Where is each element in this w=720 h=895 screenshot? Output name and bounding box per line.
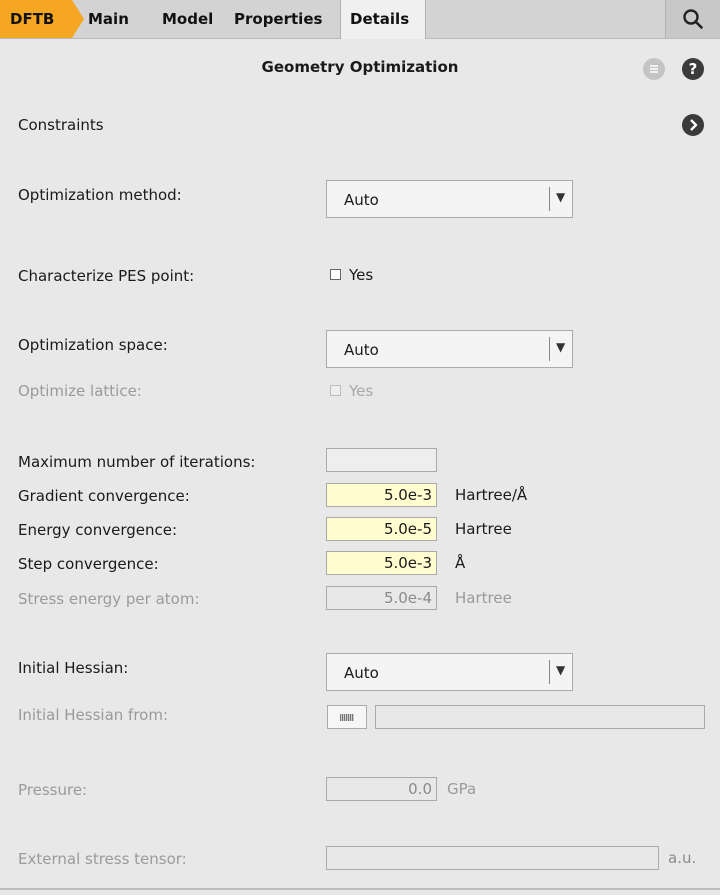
help-icon[interactable]: ?	[682, 58, 704, 80]
gradient-convergence-unit: Hartree/Å	[455, 486, 528, 504]
gradient-convergence-label: Gradient convergence:	[18, 487, 190, 505]
tab-model[interactable]: Model	[162, 0, 213, 38]
characterize-pes-label: Characterize PES point:	[18, 267, 195, 285]
optimization-method-label: Optimization method:	[18, 186, 182, 204]
initial-hessian-from-label: Initial Hessian from:	[18, 706, 169, 724]
list-icon[interactable]	[643, 58, 665, 80]
optimization-space-select[interactable]: Auto ▼	[326, 330, 573, 368]
folder-icon	[340, 714, 354, 721]
energy-convergence-label: Energy convergence:	[18, 521, 178, 539]
optimize-lattice-checkbox[interactable]	[330, 385, 341, 396]
select-divider	[549, 187, 550, 211]
search-button[interactable]	[665, 0, 720, 38]
optimization-space-value: Auto	[344, 341, 379, 359]
tab-dftb[interactable]: DFTB	[0, 0, 72, 38]
optimize-lattice-label: Optimize lattice:	[18, 382, 142, 400]
gradient-convergence-input[interactable]: 5.0e-3	[326, 483, 437, 507]
energy-convergence-input[interactable]: 5.0e-5	[326, 517, 437, 541]
external-stress-unit: a.u.	[668, 849, 697, 867]
optimization-method-select[interactable]: Auto ▼	[326, 180, 573, 218]
search-icon	[683, 9, 703, 29]
tab-dftb-arrow	[72, 0, 84, 38]
bottom-divider	[0, 888, 720, 890]
initial-hessian-select[interactable]: Auto ▼	[326, 653, 573, 691]
select-divider	[549, 337, 550, 361]
optimization-method-value: Auto	[344, 191, 379, 209]
characterize-pes-checkbox[interactable]	[330, 269, 341, 280]
page-title: Geometry Optimization	[261, 58, 459, 76]
tab-details[interactable]: Details	[340, 0, 426, 39]
optimize-lattice-check-label[interactable]: Yes	[349, 382, 373, 400]
initial-hessian-value: Auto	[344, 664, 379, 682]
optimization-space-label: Optimization space:	[18, 336, 168, 354]
step-convergence-unit: Å	[455, 554, 466, 572]
max-iterations-input[interactable]	[326, 448, 437, 472]
chevron-down-icon: ▼	[556, 190, 566, 204]
constraints-link[interactable]: Constraints	[18, 116, 104, 134]
tab-bar: DFTB Main Model Properties Details	[0, 0, 720, 39]
chevron-down-icon: ▼	[556, 663, 566, 677]
chevron-down-icon: ▼	[556, 340, 566, 354]
pressure-unit: GPa	[447, 780, 477, 798]
characterize-pes-check-label[interactable]: Yes	[349, 266, 373, 284]
external-stress-field[interactable]	[326, 846, 659, 870]
stress-energy-input[interactable]: 5.0e-4	[326, 586, 437, 610]
step-convergence-input[interactable]: 5.0e-3	[326, 551, 437, 575]
tab-main[interactable]: Main	[88, 0, 129, 38]
select-divider	[549, 660, 550, 684]
stress-energy-unit: Hartree	[455, 589, 512, 607]
stress-energy-label: Stress energy per atom:	[18, 590, 200, 608]
pressure-label: Pressure:	[18, 781, 88, 799]
initial-hessian-label: Initial Hessian:	[18, 659, 129, 677]
energy-convergence-unit: Hartree	[455, 520, 512, 538]
browse-file-button[interactable]	[327, 705, 367, 729]
pressure-input[interactable]: 0.0	[326, 777, 437, 801]
max-iterations-label: Maximum number of iterations:	[18, 453, 256, 471]
external-stress-label: External stress tensor:	[18, 850, 187, 868]
tab-properties[interactable]: Properties	[234, 0, 322, 38]
step-convergence-label: Step convergence:	[18, 555, 159, 573]
chevron-right-icon[interactable]	[682, 114, 704, 136]
initial-hessian-file-field[interactable]	[375, 705, 705, 729]
